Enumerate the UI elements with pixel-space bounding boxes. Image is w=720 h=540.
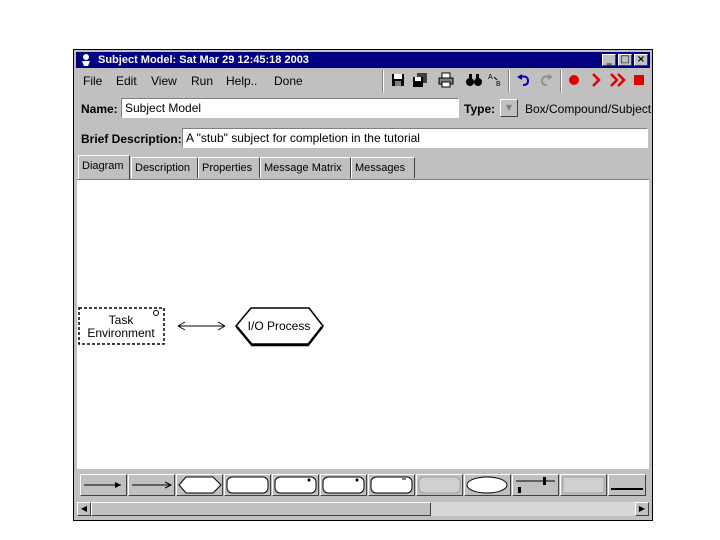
rounded-box-3-tool-icon [370, 476, 413, 494]
disabled-box-2-tool-button [560, 474, 607, 496]
io-process-label: I/O Process [248, 319, 311, 333]
menu-view[interactable]: View [151, 74, 177, 88]
stop-icon[interactable] [629, 71, 649, 89]
menu-run[interactable]: Run [191, 74, 213, 88]
line-arrow-tool-icon [84, 482, 121, 488]
task-environment-label-line2: Environment [87, 326, 155, 340]
rounded-box-2-tool-icon [322, 476, 365, 494]
name-label: Name: [81, 102, 118, 116]
tab-diagram[interactable]: Diagram [78, 155, 130, 179]
find-icon[interactable] [464, 71, 484, 89]
hexagon-tool-button[interactable] [176, 474, 223, 496]
scrollbar-thumb[interactable] [91, 502, 431, 516]
connector-tool-icon [516, 477, 555, 493]
disabled-box-tool-button [416, 474, 463, 496]
rounded-box-tool-button[interactable] [224, 474, 271, 496]
brief-description-field[interactable]: A "stub" subject for completion in the t… [182, 128, 648, 148]
save-all-icon[interactable] [410, 71, 430, 89]
toolbar-separator [382, 70, 384, 92]
line-tool-icon [611, 488, 643, 490]
bidirectional-arrow[interactable] [177, 321, 226, 331]
close-button[interactable]: × [634, 54, 648, 66]
undo-icon[interactable] [514, 71, 534, 89]
app-icon [82, 54, 90, 66]
step-icon[interactable] [586, 71, 606, 89]
name-field[interactable]: Subject Model [121, 98, 459, 118]
line-tool-button[interactable] [608, 474, 646, 496]
disabled-box-tool-icon [418, 476, 461, 494]
minimize-button[interactable]: _ [602, 54, 616, 66]
rounded-box-2-tool-button[interactable] [320, 474, 367, 496]
menu-done[interactable]: Done [274, 74, 303, 88]
scroll-right-icon[interactable]: ▶ [635, 502, 649, 516]
svg-text:A: A [488, 74, 493, 81]
rounded-box-3-tool-button[interactable] [368, 474, 415, 496]
window-title: Subject Model: Sat Mar 29 12:45:18 2003 [98, 54, 309, 66]
title-bar[interactable]: Subject Model: Sat Mar 29 12:45:18 2003 … [76, 52, 650, 68]
type-value: Box/Compound/Subject [525, 102, 652, 116]
ellipse-tool-button[interactable] [464, 474, 511, 496]
redo-icon[interactable] [536, 71, 556, 89]
menu-edit[interactable]: Edit [116, 74, 137, 88]
print-icon[interactable] [436, 71, 456, 89]
subject-model-window: Subject Model: Sat Mar 29 12:45:18 2003 … [73, 49, 653, 521]
diagram-svg: Task Environment I/O Process [78, 307, 324, 347]
arrow-tool-button[interactable] [128, 474, 175, 496]
arrow-tool-icon [132, 481, 173, 489]
horizontal-scrollbar[interactable]: ◀ ▶ [77, 502, 649, 516]
hexagon-tool-icon [178, 476, 222, 494]
tab-message-matrix[interactable]: Message Matrix [260, 157, 351, 178]
io-process-node[interactable]: I/O Process [235, 307, 324, 347]
record-icon[interactable] [564, 71, 584, 89]
type-label: Type: [464, 102, 496, 116]
disabled-box-2-tool-icon [562, 476, 605, 494]
tab-properties[interactable]: Properties [198, 157, 260, 178]
menu-file[interactable]: File [83, 74, 102, 88]
fast-forward-icon[interactable] [608, 71, 628, 89]
menu-help[interactable]: Help.. [226, 74, 257, 88]
tab-messages[interactable]: Messages [351, 157, 415, 178]
shape-palette [77, 471, 649, 499]
toolbar-separator [560, 70, 562, 92]
svg-text:B: B [496, 81, 501, 88]
scroll-left-icon[interactable]: ◀ [77, 502, 91, 516]
rounded-box-tool-icon [226, 476, 269, 494]
connector-tool-button[interactable] [512, 474, 559, 496]
task-environment-label-line1: Task [109, 313, 135, 327]
toolbar-separator [508, 70, 510, 92]
maximize-button[interactable]: □ [618, 54, 632, 66]
diagram-canvas[interactable]: Task Environment I/O Process [77, 179, 649, 469]
tab-description[interactable]: Description [131, 157, 198, 178]
type-dropdown-button[interactable]: ▼ [500, 99, 518, 117]
rounded-box-alt-tool-icon [274, 476, 317, 494]
brief-description-label: Brief Description: [81, 132, 182, 146]
line-arrow-tool-button[interactable] [80, 474, 127, 496]
save-icon[interactable] [388, 71, 408, 89]
replace-icon[interactable]: AB [485, 71, 505, 89]
rounded-box-alt-tool-button[interactable] [272, 474, 319, 496]
ellipse-tool-icon [466, 476, 508, 494]
task-environment-node[interactable]: Task Environment [78, 307, 165, 345]
